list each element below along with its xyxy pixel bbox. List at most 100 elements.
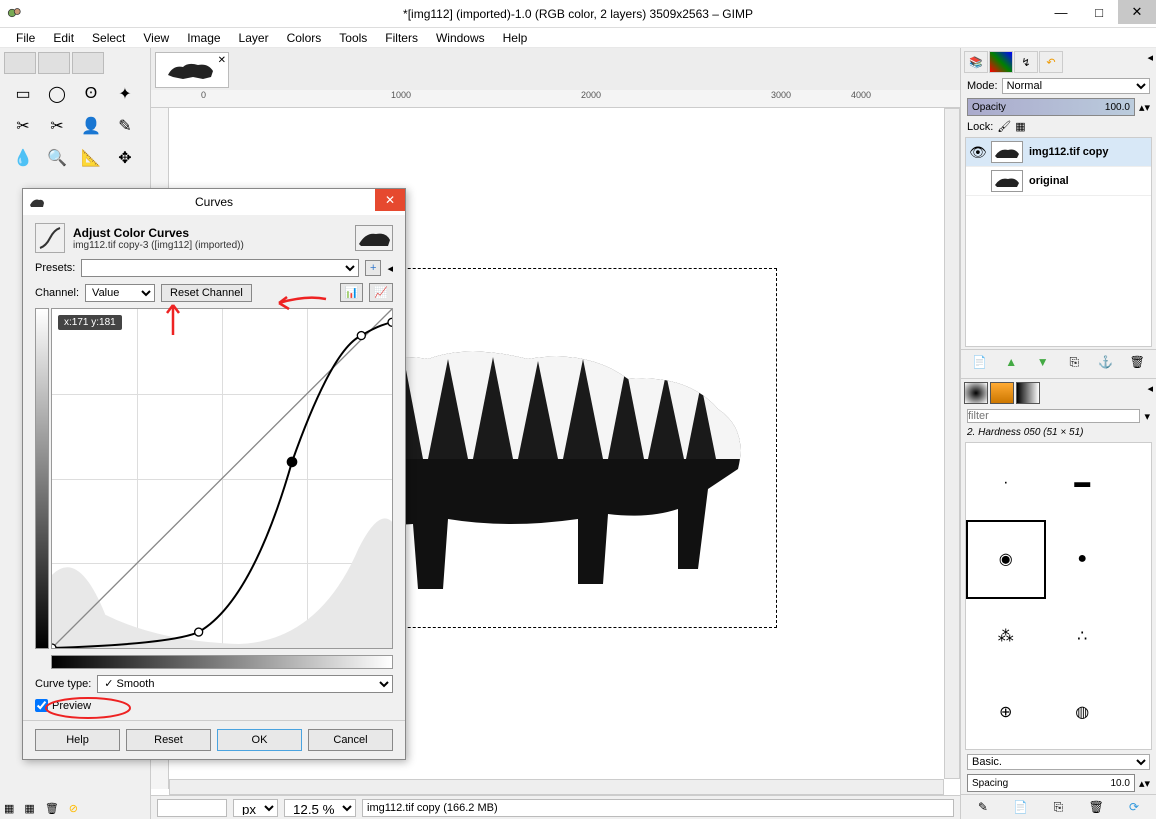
dock-tab-paths[interactable]: ↯ bbox=[1014, 51, 1038, 73]
brush-item[interactable]: ◉ bbox=[968, 522, 1044, 598]
toolbox-status-1[interactable]: ▦ bbox=[4, 802, 14, 815]
add-preset-button[interactable]: + bbox=[365, 260, 381, 276]
help-button[interactable]: Help bbox=[35, 729, 120, 751]
menu-help[interactable]: Help bbox=[495, 29, 536, 47]
tool-color-picker[interactable]: 💧 bbox=[8, 144, 38, 172]
refresh-brush-button[interactable]: ⟳ bbox=[1125, 798, 1143, 816]
toolbox-status-4[interactable]: ⊘ bbox=[69, 802, 78, 815]
toolbox-tab-3[interactable] bbox=[72, 52, 104, 74]
delete-brush-button[interactable]: 🗑 bbox=[1087, 798, 1105, 816]
anchor-layer-button[interactable]: ⚓ bbox=[1097, 353, 1115, 371]
brush-menu-icon[interactable]: ◂ bbox=[1147, 382, 1153, 404]
brush-item[interactable]: ⁂ bbox=[968, 598, 1044, 674]
maximize-button[interactable]: □ bbox=[1080, 0, 1118, 24]
brush-item[interactable]: ⊕ bbox=[968, 675, 1044, 751]
reset-button[interactable]: Reset bbox=[126, 729, 211, 751]
brush-item[interactable]: ⊛ bbox=[1121, 598, 1152, 674]
opacity-slider[interactable]: Opacity 100.0 bbox=[967, 98, 1135, 116]
delete-layer-button[interactable]: 🗑 bbox=[1128, 353, 1146, 371]
linear-histogram-button[interactable]: 📈 bbox=[369, 283, 393, 302]
reset-channel-button[interactable]: Reset Channel bbox=[161, 284, 252, 302]
duplicate-brush-button[interactable]: ⎘ bbox=[1049, 798, 1067, 816]
toolbox-status-2[interactable]: ▦ bbox=[24, 802, 34, 815]
brush-item[interactable]: ▬ bbox=[1045, 445, 1121, 521]
menu-windows[interactable]: Windows bbox=[428, 29, 493, 47]
dock-menu-icon[interactable]: ◂ bbox=[1147, 51, 1153, 73]
tool-zoom[interactable]: 🔍 bbox=[42, 144, 72, 172]
new-brush-button[interactable]: 📄 bbox=[1012, 798, 1030, 816]
lock-pixels-icon[interactable]: 🖌 bbox=[997, 120, 1011, 133]
tool-rect-select[interactable]: ▭ bbox=[8, 80, 38, 108]
toolbox-tab-2[interactable] bbox=[38, 52, 70, 74]
canvas-scrollbar-h[interactable] bbox=[169, 779, 944, 795]
duplicate-layer-button[interactable]: ⎘ bbox=[1065, 353, 1083, 371]
canvas-scrollbar-v[interactable] bbox=[944, 108, 960, 779]
log-histogram-button[interactable]: 📊 bbox=[340, 283, 364, 302]
preview-checkbox[interactable] bbox=[35, 699, 48, 712]
menu-select[interactable]: Select bbox=[84, 29, 133, 47]
brush-item[interactable]: ● bbox=[1045, 522, 1121, 598]
tool-scissors[interactable]: ✂ bbox=[42, 112, 72, 140]
presets-select[interactable] bbox=[81, 259, 359, 277]
brush-item[interactable]: · bbox=[968, 445, 1044, 521]
menu-colors[interactable]: Colors bbox=[279, 29, 330, 47]
visibility-icon[interactable]: 👁 bbox=[969, 144, 985, 161]
opacity-spinner[interactable]: ▴▾ bbox=[1139, 101, 1150, 114]
brush-tab-3[interactable] bbox=[1016, 382, 1040, 404]
menu-tools[interactable]: Tools bbox=[331, 29, 375, 47]
tool-ellipse-select[interactable]: ◯ bbox=[42, 80, 72, 108]
brush-item[interactable]: ◍ bbox=[1045, 675, 1121, 751]
brush-filter-input[interactable] bbox=[967, 409, 1140, 423]
tool-measure[interactable]: 📐 bbox=[76, 144, 106, 172]
close-button[interactable]: ✕ bbox=[1118, 0, 1156, 24]
brush-tab-1[interactable] bbox=[964, 382, 988, 404]
new-layer-button[interactable]: 📄 bbox=[971, 353, 989, 371]
toolbox-tab-1[interactable] bbox=[4, 52, 36, 74]
channel-select[interactable]: Value bbox=[85, 284, 155, 302]
menu-filters[interactable]: Filters bbox=[377, 29, 426, 47]
tool-foreground[interactable]: 👤 bbox=[76, 112, 106, 140]
ok-button[interactable]: OK bbox=[217, 729, 302, 751]
tab-close-icon[interactable]: ✕ bbox=[218, 55, 226, 66]
layer-row[interactable]: original bbox=[966, 167, 1151, 196]
brush-tab-2[interactable] bbox=[990, 382, 1014, 404]
status-unit-select[interactable]: px bbox=[233, 799, 278, 817]
cancel-button[interactable]: Cancel bbox=[308, 729, 393, 751]
tool-paths[interactable]: ✎ bbox=[110, 112, 140, 140]
dialog-titlebar[interactable]: Curves ✕ bbox=[23, 189, 405, 215]
preset-menu-icon[interactable]: ◂ bbox=[387, 262, 393, 275]
toolbox-status-3[interactable]: 🗑 bbox=[45, 802, 59, 815]
menu-image[interactable]: Image bbox=[179, 29, 228, 47]
layer-list[interactable]: 👁 img112.tif copy original bbox=[965, 137, 1152, 347]
image-tab[interactable]: ✕ bbox=[155, 52, 229, 88]
lower-layer-button[interactable]: ▼ bbox=[1034, 353, 1052, 371]
brush-item[interactable]: ▪ bbox=[1121, 445, 1152, 521]
brush-preset-select[interactable]: Basic. bbox=[967, 754, 1150, 770]
dialog-close-button[interactable]: ✕ bbox=[375, 189, 405, 211]
tool-move[interactable]: ✥ bbox=[110, 144, 140, 172]
mode-select[interactable]: Normal bbox=[1002, 78, 1150, 94]
curve-type-select[interactable]: ✓ Smooth bbox=[97, 675, 393, 693]
tool-free-select[interactable]: ʘ bbox=[76, 80, 106, 108]
edit-brush-button[interactable]: ✎ bbox=[974, 798, 992, 816]
menu-edit[interactable]: Edit bbox=[45, 29, 82, 47]
tool-fuzzy-select[interactable]: ✦ bbox=[110, 80, 140, 108]
menu-view[interactable]: View bbox=[135, 29, 177, 47]
spacing-slider[interactable]: Spacing 10.0 bbox=[967, 774, 1135, 792]
status-zoom-select[interactable]: 12.5 % bbox=[284, 799, 356, 817]
brush-grid[interactable]: · ▬ ▪ ● ◉ ✦ ✧ ◉ ● ● ★ ✢ ❋ ✺ ⁂ ∴ ⊛ ※ ⁘ ✱ bbox=[965, 442, 1152, 750]
layer-row[interactable]: 👁 img112.tif copy bbox=[966, 138, 1151, 167]
dock-tab-layers[interactable]: 📚 bbox=[964, 51, 988, 73]
brush-item[interactable]: ● bbox=[1121, 522, 1152, 598]
menu-layer[interactable]: Layer bbox=[231, 29, 277, 47]
filter-dropdown-icon[interactable]: ▾ bbox=[1144, 410, 1150, 423]
minimize-button[interactable]: — bbox=[1042, 0, 1080, 24]
brush-item[interactable]: ∴ bbox=[1045, 598, 1121, 674]
dock-tab-undo[interactable]: ↶ bbox=[1039, 51, 1063, 73]
dock-tab-channels[interactable] bbox=[989, 51, 1013, 73]
brush-item[interactable]: ⊗ bbox=[1121, 675, 1152, 751]
raise-layer-button[interactable]: ▲ bbox=[1002, 353, 1020, 371]
curve-plot[interactable]: x:171 y:181 bbox=[51, 308, 393, 649]
menu-file[interactable]: File bbox=[8, 29, 43, 47]
spacing-spinner[interactable]: ▴▾ bbox=[1139, 777, 1150, 790]
